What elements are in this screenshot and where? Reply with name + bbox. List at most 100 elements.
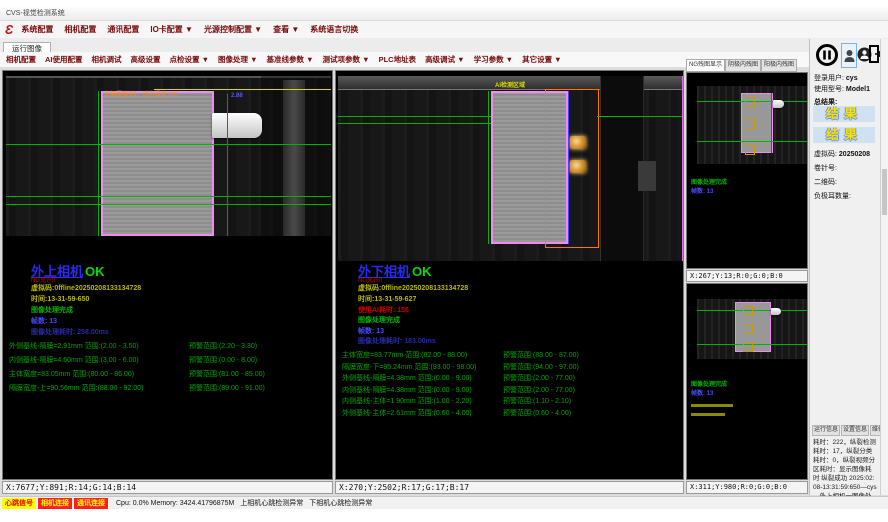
measurement-row: 外侧基线-主体=2.61mm 范围:(0.60 - 4.00)预警范围:(0.6… bbox=[336, 408, 683, 420]
warning-range: 预警范围:(2.00 - 77.00) bbox=[503, 385, 575, 395]
toolbar-item-1[interactable]: AI使用配置 bbox=[45, 54, 83, 65]
frames-line: 帧数: 13 bbox=[31, 316, 57, 326]
measurement-row: 外侧基线-隔膜=2.91mm 范围:(2.00 - 3.50)预警范围:(2.2… bbox=[3, 341, 332, 355]
toolbar-item-5[interactable]: 图像处理 ▼ bbox=[218, 54, 258, 65]
bright-spot bbox=[638, 161, 656, 191]
scrollbar-thumb[interactable] bbox=[882, 169, 887, 215]
elapsed-line: 图像处理耗时: 258.00ms bbox=[31, 327, 109, 337]
measurement-value: 隔膜宽度-上=90.56mm 范围:(88.00 - 92.00) bbox=[9, 383, 143, 393]
toolbar-item-0[interactable]: 相机配置 bbox=[6, 54, 36, 65]
elapsed-line: 图像处理耗时: 183.00ms bbox=[358, 336, 436, 346]
toolbar-item-3[interactable]: 高级设置 bbox=[131, 54, 161, 65]
measurement-value: 隔膜宽度-下=95.24mm 范围:(93.00 - 98.00) bbox=[342, 362, 476, 372]
barcode-line: 虚拟码:0ffline20250208133134728 bbox=[31, 283, 141, 293]
coordinate-readout-lower: X:270;Y:2502;R:17;G:17;B:17 bbox=[335, 481, 684, 494]
menu-item-1[interactable]: 相机配置 bbox=[64, 24, 96, 35]
frames-line: 帧数: 13 bbox=[358, 326, 384, 336]
blue-line bbox=[771, 93, 772, 153]
measurement-row: 主体宽度=83.77mm 范围:(82.00 - 88.00)预警范围:(83.… bbox=[336, 350, 683, 362]
menu-item-2[interactable]: 通讯配置 bbox=[107, 24, 139, 35]
bright-band bbox=[283, 80, 305, 236]
green-line-2 bbox=[697, 141, 807, 142]
menu-item-5[interactable]: 查看 ▼ bbox=[273, 24, 299, 35]
measurement-value: 主体宽度=83.77mm 范围:(82.00 - 88.00) bbox=[342, 350, 467, 360]
qr-label: 二维码: bbox=[814, 177, 837, 187]
menu-item-3[interactable]: IO卡配置 ▼ bbox=[150, 24, 193, 35]
tab-connector bbox=[773, 100, 784, 108]
pause-button[interactable] bbox=[815, 43, 839, 67]
tab-count-label: 负极耳数量: bbox=[814, 191, 851, 201]
measurement-value: 内侧基线-隔膜=4.60mm 范围:(3.00 - 6.00) bbox=[9, 355, 139, 365]
ng-view-1[interactable]: 图像处理完成 帧数: 13 bbox=[686, 72, 808, 269]
ng-view-tab-1[interactable]: 阴极内残图 bbox=[725, 59, 761, 72]
yellow-text-bar-2 bbox=[691, 413, 725, 416]
info-tab-1[interactable]: 设置信息 bbox=[841, 425, 869, 436]
time-line: 时间:13-31-59-627 bbox=[358, 294, 416, 304]
toolbar-item-4[interactable]: 点检设置 ▼ bbox=[170, 54, 210, 65]
done-line: 图像处理完成 bbox=[358, 315, 400, 325]
warning-range: 预警范围:(0.00 - 8.00) bbox=[189, 355, 257, 365]
measurement-value: 主体宽度=83.05mm 范围:(80.00 - 86.00) bbox=[9, 369, 134, 379]
toolbar-item-8[interactable]: PLC地址表 bbox=[379, 54, 417, 65]
barcode-value: 20250208 bbox=[839, 151, 870, 158]
window-title: CVS-视觉检测系统 bbox=[6, 10, 65, 17]
login-row: 登录用户: cys bbox=[814, 73, 858, 83]
warning-range: 预警范围:(0.60 - 4.00) bbox=[503, 408, 571, 418]
menu-item-6[interactable]: 系统语言切换 bbox=[310, 24, 358, 35]
measurement-row: 外侧基线-隔膜=4.38mm 范围:(0.00 - 9.00)预警范围:(2.0… bbox=[336, 373, 683, 385]
menu-item-4[interactable]: 光源控制配置 ▼ bbox=[204, 24, 262, 35]
camera-image-upper[interactable]: 2.88 上部阈值:93，动态阈值:100 bbox=[6, 76, 331, 236]
toolbar-item-7[interactable]: 测试项参数 ▼ bbox=[323, 54, 370, 65]
green-edge-line bbox=[488, 91, 489, 244]
user-icon bbox=[844, 49, 855, 63]
toolbar-item-2[interactable]: 相机调试 bbox=[92, 54, 122, 65]
camera-image-lower[interactable]: AI检测区域 bbox=[338, 76, 683, 261]
scrollbar[interactable] bbox=[880, 39, 888, 495]
measurement-row: 内侧基线-隔膜=4.60mm 范围:(3.00 - 6.00) 预警范围:(0.0… bbox=[3, 355, 332, 369]
blue-measure-line bbox=[227, 94, 228, 236]
menu-item-0[interactable]: 系统配置 bbox=[21, 24, 53, 35]
toolbar-item-11[interactable]: 其它设置 ▼ bbox=[522, 54, 562, 65]
green-measure-line-2 bbox=[6, 196, 331, 197]
measurement-row: 隔膜宽度-下=95.24mm 范围:(93.00 - 98.00) 预警范围:(9… bbox=[336, 362, 683, 374]
yellow-text-bar-1 bbox=[691, 404, 733, 407]
warning-range: 预警范围:(89.00 - 91.00) bbox=[189, 383, 265, 393]
measurement-row: 内侧基线-主体=1.90mm 范围:(1.00 - 2.20)预警范围:(1.1… bbox=[336, 396, 683, 408]
warning-range: 预警范围:(81.00 - 85.00) bbox=[189, 369, 265, 379]
window-titlebar: CVS-视觉检测系统 bbox=[0, 7, 888, 21]
frames-line: 帧数: 13 bbox=[691, 186, 713, 195]
measurement-value: 内侧基线-隔膜=4.38mm 范围:(0.00 - 9.00) bbox=[342, 385, 472, 395]
toolbar-item-10[interactable]: 学习参数 ▼ bbox=[474, 54, 514, 65]
menu-bar: Ɛ 系统配置相机配置通讯配置 IO卡配置 ▼ 光源控制配置 ▼ 查看 ▼ 系统语言切换 bbox=[0, 21, 888, 38]
model-value: Model1 bbox=[846, 86, 870, 93]
warning-range: 预警范围:(2.20 - 3.30) bbox=[189, 341, 257, 351]
app-logo-icon: Ɛ bbox=[5, 22, 13, 37]
blue-measure-line bbox=[568, 91, 569, 244]
green-measure-line-1 bbox=[6, 144, 331, 145]
frames-line: 帧数: 13 bbox=[691, 388, 713, 397]
toolbar-item-6[interactable]: 基准线参数 ▼ bbox=[267, 54, 314, 65]
green-measure-line-1 bbox=[338, 116, 491, 117]
lower-camera-heartbeat-text: 下相机心跳检测异常 bbox=[309, 498, 372, 508]
warning-range: 预警范围:(2.00 - 77.00) bbox=[503, 373, 575, 383]
tab-connector bbox=[771, 308, 781, 315]
coordinate-readout-view1: X:267;Y:13;R:0;G:0;B:0 bbox=[686, 270, 808, 282]
tab-strip: 运行图像 bbox=[0, 38, 888, 53]
ng-view-tab-2[interactable]: 阳极内残图 bbox=[761, 59, 797, 72]
threshold-label: 上部阈值:93，动态阈值:100 bbox=[104, 92, 178, 99]
model-row: 使用型号: Model1 bbox=[814, 84, 870, 94]
roi-marker-3 bbox=[745, 145, 755, 155]
warning-range: 预警范围:(94.00 - 97.00) bbox=[503, 362, 579, 372]
user-login-button[interactable] bbox=[841, 43, 857, 68]
cell-roi-block bbox=[101, 91, 214, 236]
barcode-row: 虚拟码: 20250208 bbox=[814, 149, 870, 159]
model-label: 使用型号: bbox=[814, 86, 844, 93]
info-tab-0[interactable]: 运行信息 bbox=[812, 425, 840, 436]
toolbar-item-9[interactable]: 高级调试 ▼ bbox=[425, 54, 465, 65]
toolbar-items: 相机配置 AI使用配置相机调试高级设置点检设置 ▼ 图像处理 ▼ 基准线参数 ▼ 测试项… bbox=[6, 54, 571, 65]
ng-view-2[interactable]: 图像处理完成 帧数: 13 bbox=[686, 283, 808, 480]
green-measure-line-3 bbox=[597, 116, 683, 117]
pin-label: 卷针号: bbox=[814, 163, 837, 173]
ng-view-tab-0[interactable]: NG残图显示 bbox=[686, 59, 725, 72]
status-bar: 心跳信号 相机连接 通讯连接 Cpu: 0.0% Memory: 3424.41… bbox=[0, 496, 888, 509]
